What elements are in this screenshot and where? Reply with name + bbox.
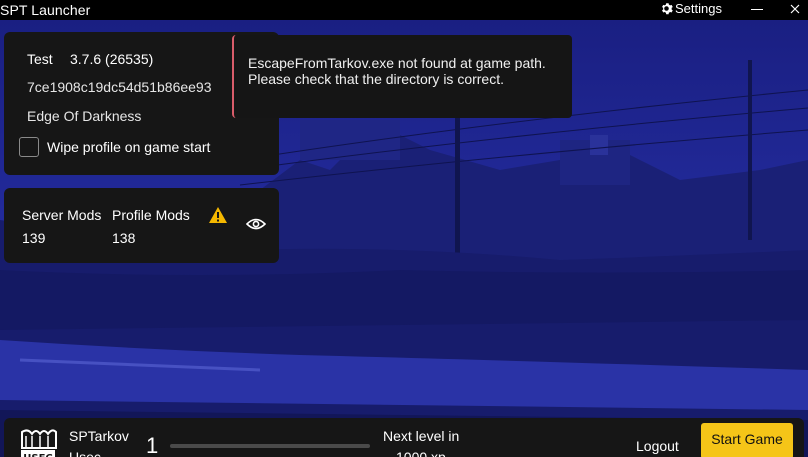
svg-text:USEC: USEC [23,453,53,457]
profile-version: 3.7.6 (26535) [70,51,154,67]
error-message: EscapeFromTarkov.exe not found at game p… [248,55,546,87]
server-mods-label: Server Mods [22,207,102,223]
wipe-profile-toggle[interactable]: Wipe profile on game start [19,137,210,157]
next-level-xp: 1000 xp [396,449,446,457]
profile-name: Test [27,51,53,67]
player-bar: USEC SPTarkov Usec 1 Next level in 1000 … [4,418,804,457]
minimize-icon[interactable] [751,9,763,10]
warning-icon[interactable] [208,206,228,224]
close-icon[interactable] [785,2,808,18]
wipe-profile-label: Wipe profile on game start [47,139,211,155]
profile-edition: Edge Of Darkness [27,108,142,124]
profile-id: 7ce1908c19dc54d51b86ee93 [27,79,212,95]
xp-progress-bar [170,444,370,448]
server-mods-count: 139 [22,230,46,246]
settings-button[interactable]: Settings [660,1,722,16]
gear-icon [662,3,673,15]
settings-label: Settings [675,1,722,16]
player-side: Usec [69,449,101,457]
app-title: SPT Launcher [0,2,91,18]
start-game-button[interactable]: Start Game [701,423,793,457]
player-level: 1 [146,433,159,457]
usec-logo-icon: USEC [18,426,58,457]
logout-button[interactable]: Logout [636,438,679,454]
profile-mods-count: 138 [112,230,136,246]
title-bar: SPT Launcher Settings [0,0,808,20]
error-notification[interactable]: EscapeFromTarkov.exe not found at game p… [232,35,572,118]
profile-mods-label: Profile Mods [112,207,190,223]
eye-icon[interactable] [246,217,266,231]
mods-card: Server Mods 139 Profile Mods 138 [4,188,279,263]
player-name: SPTarkov [69,428,129,444]
wipe-profile-checkbox[interactable] [19,137,39,157]
next-level-label: Next level in [383,428,460,444]
